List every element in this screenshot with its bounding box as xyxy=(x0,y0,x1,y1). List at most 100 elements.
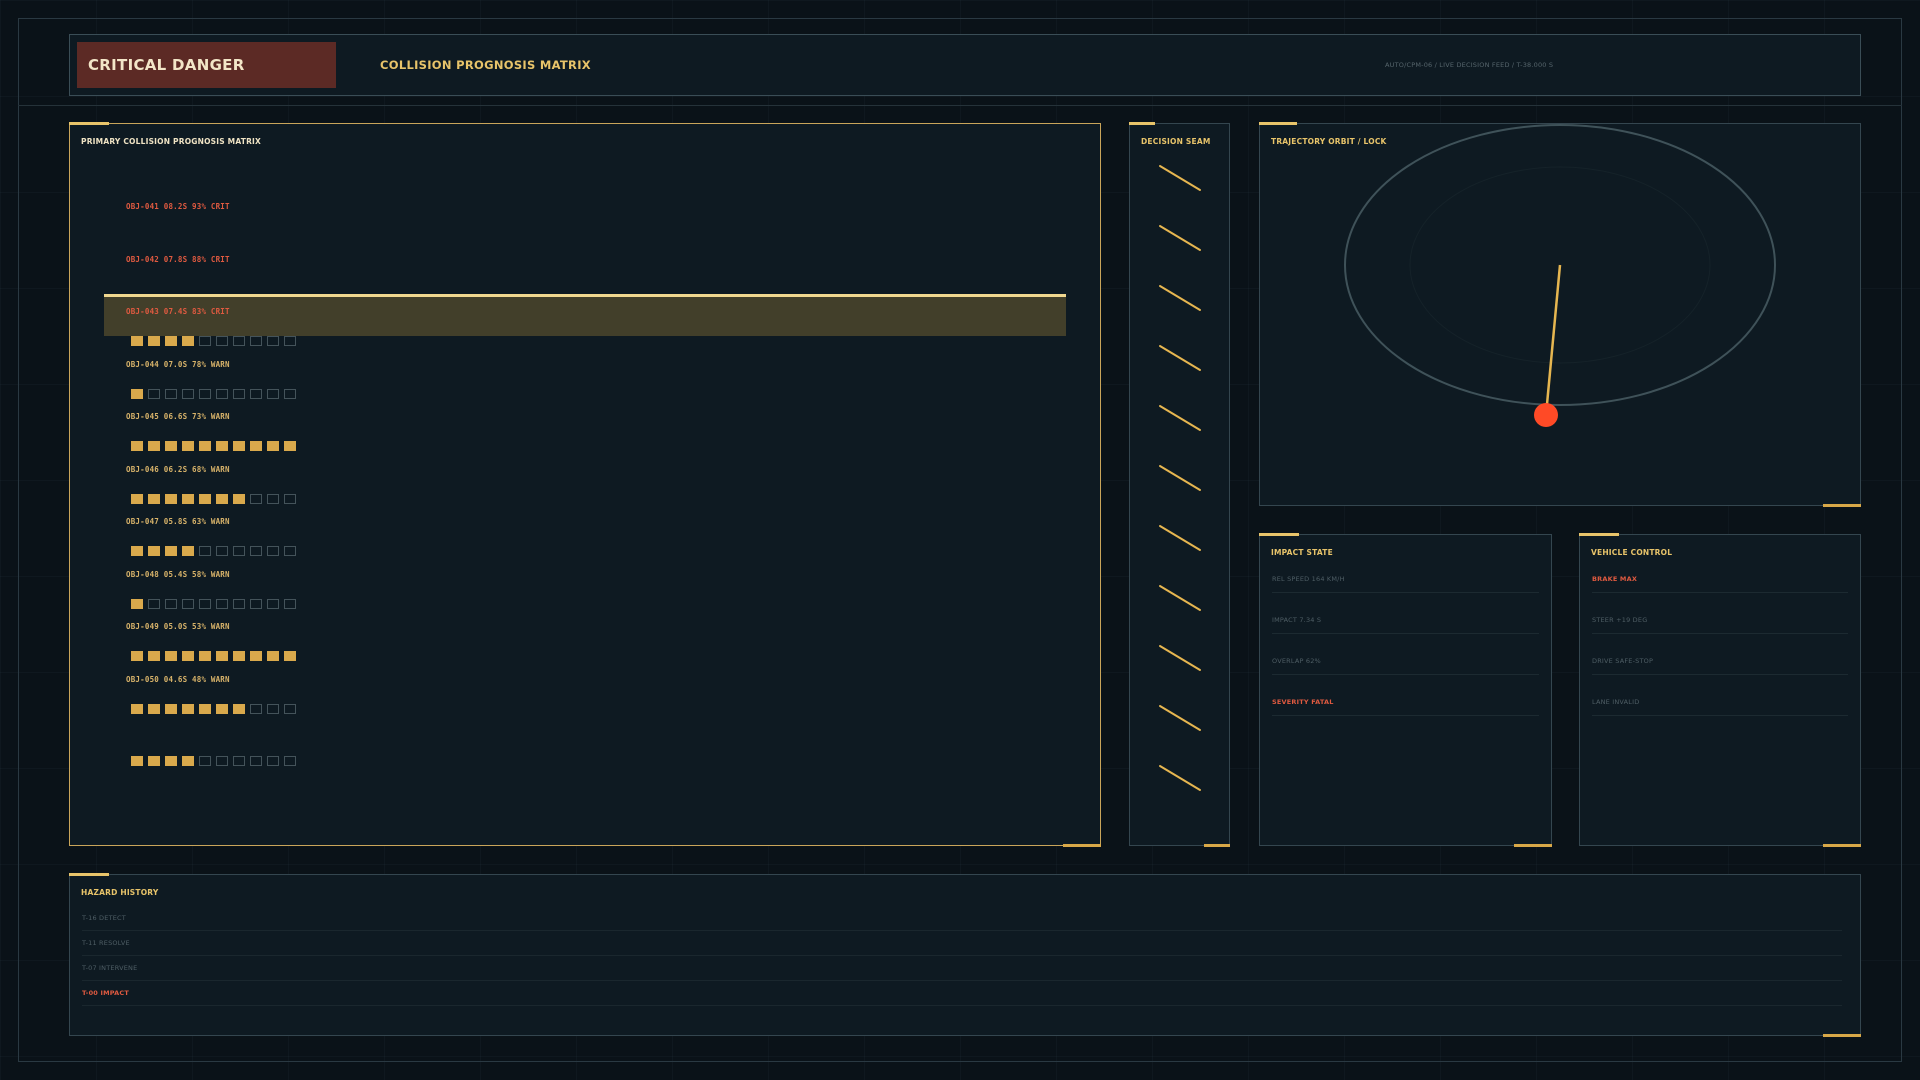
bar-segment xyxy=(131,703,143,714)
bar-segment xyxy=(233,546,245,556)
vehicle-item: DRIVE SAFE-STOP xyxy=(1592,657,1848,675)
panel-accent xyxy=(1063,844,1101,847)
seam-stroke xyxy=(1159,165,1201,191)
bar-segment xyxy=(148,756,160,766)
bar-segment xyxy=(250,598,262,609)
collision-matrix-panel: PRIMARY COLLISION PROGNOSIS MATRIX OBJ-0… xyxy=(69,122,1101,847)
bar-segment xyxy=(267,546,279,556)
bar-segment xyxy=(267,336,279,346)
bar-segment xyxy=(131,441,143,451)
history-item: T-07 INTERVENE xyxy=(82,964,1842,981)
matrix-row-label[interactable]: OBJ-041 08.2S 93% CRIT xyxy=(126,202,230,211)
header-meta: AUTO/CPM-06 / LIVE DECISION FEED / T-38.… xyxy=(1385,61,1554,69)
probability-bar xyxy=(131,756,296,767)
bar-segment xyxy=(148,336,160,346)
bar-segment xyxy=(250,493,262,504)
orbit-graphic xyxy=(1344,124,1776,427)
bar-segment xyxy=(148,546,160,556)
bar-segment xyxy=(182,493,194,504)
bar-segment xyxy=(267,703,279,714)
selected-row-highlight[interactable] xyxy=(104,294,1066,336)
seam-stroke xyxy=(1159,705,1201,731)
panel-title: PRIMARY COLLISION PROGNOSIS MATRIX xyxy=(81,137,262,146)
bar-segment xyxy=(216,651,228,661)
bar-segment xyxy=(284,336,296,346)
bar-segment xyxy=(250,703,262,714)
matrix-row-label[interactable]: OBJ-048 05.4S 58% WARN xyxy=(126,570,230,579)
bar-segment xyxy=(199,598,211,609)
critical-danger-badge: CRITICAL DANGER xyxy=(77,42,336,88)
seam-stroke xyxy=(1159,645,1201,671)
matrix-row-label[interactable]: OBJ-047 05.8S 63% WARN xyxy=(126,517,230,526)
bar-segment xyxy=(182,388,194,399)
bar-segment xyxy=(216,598,228,609)
bar-segment xyxy=(148,493,160,504)
bar-segment xyxy=(199,703,211,714)
panel-accent xyxy=(1823,844,1861,847)
bar-segment xyxy=(216,336,228,346)
bar-segment xyxy=(250,651,262,661)
seam-stroke xyxy=(1159,225,1201,251)
panel-accent xyxy=(1514,844,1552,847)
bar-segment xyxy=(148,598,160,609)
bar-segment xyxy=(199,441,211,451)
bar-segment xyxy=(233,598,245,609)
matrix-row-label[interactable]: OBJ-043 07.4S 83% CRIT xyxy=(126,307,230,316)
header-title: COLLISION PROGNOSIS MATRIX xyxy=(380,58,591,72)
bar-segment xyxy=(233,336,245,346)
bar-segment xyxy=(182,703,194,714)
seam-stroke xyxy=(1159,465,1201,491)
bar-segment xyxy=(250,546,262,556)
probability-bar xyxy=(131,703,296,715)
seam-stroke xyxy=(1159,285,1201,311)
bar-segment xyxy=(182,756,194,766)
bar-segment xyxy=(284,388,296,399)
matrix-row-label[interactable]: OBJ-042 07.8S 88% CRIT xyxy=(126,255,230,264)
matrix-row-label[interactable]: OBJ-044 07.0S 78% WARN xyxy=(126,360,230,369)
bar-segment xyxy=(233,756,245,766)
history-item: T-16 DETECT xyxy=(82,914,1842,931)
trajectory-panel: TRAJECTORY ORBIT / LOCK xyxy=(1259,122,1861,507)
bar-segment xyxy=(165,493,177,504)
impact-item: SEVERITY FATAL xyxy=(1272,698,1539,716)
bar-segment xyxy=(131,493,143,504)
bar-segment xyxy=(216,441,228,451)
lock-target-marker[interactable] xyxy=(1534,403,1558,427)
seam-stroke xyxy=(1159,765,1201,791)
bar-segment xyxy=(131,546,143,556)
panel-title: HAZARD HISTORY xyxy=(81,888,159,897)
matrix-row-label[interactable]: OBJ-050 04.6S 48% WARN xyxy=(126,675,230,684)
probability-bar xyxy=(131,493,296,505)
bar-segment xyxy=(216,703,228,714)
bar-segment xyxy=(199,336,211,346)
bar-segment xyxy=(233,493,245,504)
matrix-row-label[interactable]: OBJ-049 05.0S 53% WARN xyxy=(126,622,230,631)
matrix-row-label[interactable]: OBJ-046 06.2S 68% WARN xyxy=(126,465,230,474)
impact-item: IMPACT 7.34 S xyxy=(1272,616,1539,634)
panel-title: IMPACT STATE xyxy=(1271,548,1333,557)
matrix-row-label[interactable]: OBJ-045 06.6S 73% WARN xyxy=(126,412,230,421)
bar-segment xyxy=(267,756,279,766)
bar-segment xyxy=(284,493,296,504)
bar-segment xyxy=(148,651,160,661)
bar-segment xyxy=(182,441,194,451)
bar-segment xyxy=(131,651,143,661)
bar-segment xyxy=(267,441,279,451)
probability-bar xyxy=(131,598,296,610)
bar-segment xyxy=(233,651,245,661)
seam-stroke xyxy=(1159,585,1201,611)
bar-segment xyxy=(233,441,245,451)
selected-row-marker xyxy=(104,294,1066,297)
bar-segment xyxy=(199,756,211,766)
history-item: T-00 IMPACT xyxy=(82,989,1842,1006)
bar-segment xyxy=(165,703,177,714)
bar-segment xyxy=(165,756,177,766)
bar-segment xyxy=(250,336,262,346)
history-item: T-11 RESOLVE xyxy=(82,939,1842,956)
bar-segment xyxy=(131,756,143,766)
panel-accent xyxy=(1259,533,1299,536)
bar-segment xyxy=(284,703,296,714)
bar-segment xyxy=(131,598,143,609)
bar-segment xyxy=(165,388,177,399)
probability-bar xyxy=(131,336,296,347)
